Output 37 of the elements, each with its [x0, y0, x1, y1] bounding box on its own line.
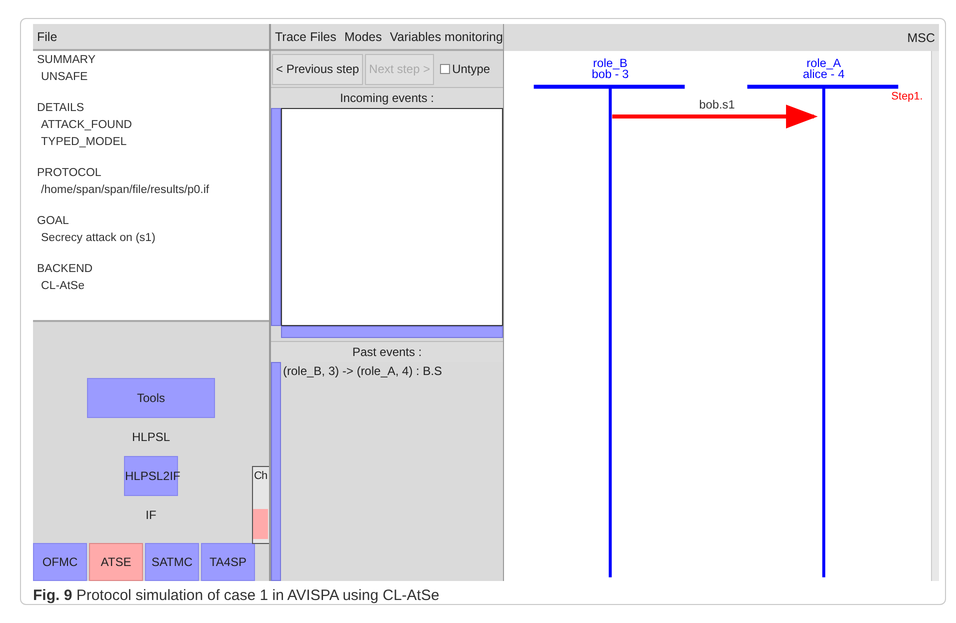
backend-button[interactable]: OFMC — [33, 543, 87, 581]
result-text: UNSAFE — [40, 70, 89, 85]
menu-item[interactable]: Variables monitoring — [390, 30, 503, 44]
result-text: ATTACK_FOUND — [40, 118, 133, 133]
message-label: bob.s1 — [699, 98, 735, 112]
step-button[interactable]: < Previous step — [272, 54, 364, 84]
figure-caption: Fig. 9 Protocol simulation of case 1 in AVISPA using CL-AtSe — [33, 586, 440, 604]
scrollbar[interactable] — [281, 326, 503, 338]
progress-indicator — [253, 509, 268, 539]
tools-button[interactable]: Tools — [87, 378, 215, 418]
menu-item[interactable]: File — [37, 30, 58, 44]
section-heading: PROTOCOL — [37, 166, 102, 181]
section-heading: DETAILS — [37, 101, 86, 116]
scrollbar[interactable] — [931, 51, 939, 581]
past-event[interactable]: (role_B, 3) -> (role_A, 4) : B.S — [281, 362, 503, 380]
step-label: Step1. — [891, 90, 923, 103]
section-heading: SUMMARY — [37, 53, 97, 68]
result-text: Secrecy attack on (s1) — [40, 231, 156, 246]
result-text: TYPED_MODEL — [40, 135, 128, 150]
result-text: CL-AtSe — [40, 279, 86, 294]
side-box-label: Ch — [253, 469, 268, 482]
scrollbar[interactable] — [271, 108, 281, 326]
backend-button[interactable]: TA4SP — [201, 543, 255, 581]
scrollbar[interactable] — [271, 362, 281, 581]
backend-button[interactable]: SATMC — [145, 543, 199, 581]
if-label: IF — [146, 508, 156, 522]
section-heading: BACKEND — [37, 262, 94, 277]
role-name: role_A — [806, 56, 841, 70]
result-text: /home/span/span/file/results/p0.if — [40, 183, 210, 198]
menu-item[interactable]: Trace Files — [275, 30, 336, 44]
backend-button[interactable]: ATSE — [89, 543, 143, 581]
untype-checkbox[interactable]: Untype — [440, 62, 490, 76]
section-heading: GOAL — [37, 214, 70, 229]
hlpsl2if-button[interactable]: HLPSL2IF — [124, 456, 178, 496]
hlpsl-label: HLPSL — [132, 430, 170, 444]
menu-item[interactable]: Modes — [344, 30, 382, 44]
msc-title: MSC — [907, 30, 935, 44]
